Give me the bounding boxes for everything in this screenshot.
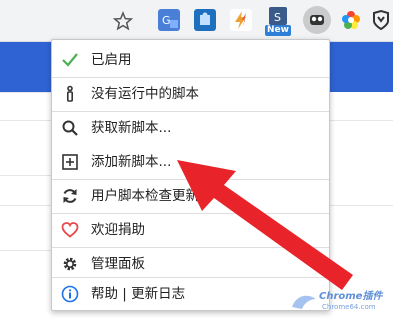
- menu-item-check-updates[interactable]: 用户脚本检查更新: [52, 179, 329, 213]
- menu-item-add-new-script[interactable]: 添加新脚本...: [52, 145, 329, 179]
- menu-item-no-running-scripts: 没有运行中的脚本: [52, 77, 329, 111]
- menu-item-label: 欢迎捐助: [91, 222, 145, 238]
- search-icon: [62, 120, 78, 136]
- menu-item-label: 帮助 | 更新日志: [91, 286, 186, 302]
- menu-item-get-new-scripts[interactable]: 获取新脚本...: [52, 111, 329, 145]
- new-extension-icon[interactable]: S New: [265, 6, 291, 36]
- new-badge: New: [267, 25, 289, 35]
- page-header-band-right: [330, 42, 393, 92]
- tampermonkey-extension-icon[interactable]: [303, 6, 331, 34]
- menu-item-label: 已启用: [91, 52, 132, 68]
- menu-item-enabled[interactable]: 已启用: [52, 43, 329, 77]
- gear-icon: [63, 257, 77, 271]
- tampermonkey-menu: 已启用 没有运行中的脚本 获取新脚本... 添加新脚本... 用户脚本检查更新 …: [51, 39, 330, 311]
- menu-item-label: 管理面板: [91, 256, 145, 272]
- info-circle-icon: [61, 285, 79, 303]
- watermark-title: Chrome插件: [319, 291, 383, 302]
- divider: [330, 120, 393, 121]
- check-icon: [62, 53, 78, 67]
- refresh-icon: [63, 189, 77, 203]
- menu-item-label: 没有运行中的脚本: [91, 86, 199, 102]
- bolt-extension-icon[interactable]: [230, 9, 252, 31]
- svg-text:S: S: [274, 11, 281, 24]
- translate-extension-icon[interactable]: G: [158, 9, 180, 31]
- menu-item-dashboard[interactable]: 管理面板: [52, 247, 329, 281]
- menu-item-donate[interactable]: 欢迎捐助: [52, 213, 329, 247]
- menu-item-label: 用户脚本检查更新: [91, 188, 199, 204]
- heart-icon: [61, 222, 79, 238]
- menu-item-help-changelog[interactable]: 帮助 | 更新日志: [52, 277, 329, 311]
- menu-item-label: 获取新脚本...: [91, 120, 172, 136]
- bookmark-star-icon[interactable]: [112, 10, 134, 32]
- info-i-icon: [67, 85, 74, 102]
- shield-extension-icon[interactable]: [370, 9, 392, 31]
- plus-square-icon: [62, 154, 78, 170]
- color-extension-icon[interactable]: [340, 9, 362, 31]
- watermark-subtitle: Chrome64.com: [322, 303, 376, 311]
- browser-toolbar: G S New: [0, 0, 393, 42]
- divider: [330, 205, 393, 206]
- svg-text:G: G: [162, 14, 171, 27]
- puzzle-extension-icon[interactable]: [194, 9, 216, 31]
- menu-item-label: 添加新脚本...: [91, 154, 172, 170]
